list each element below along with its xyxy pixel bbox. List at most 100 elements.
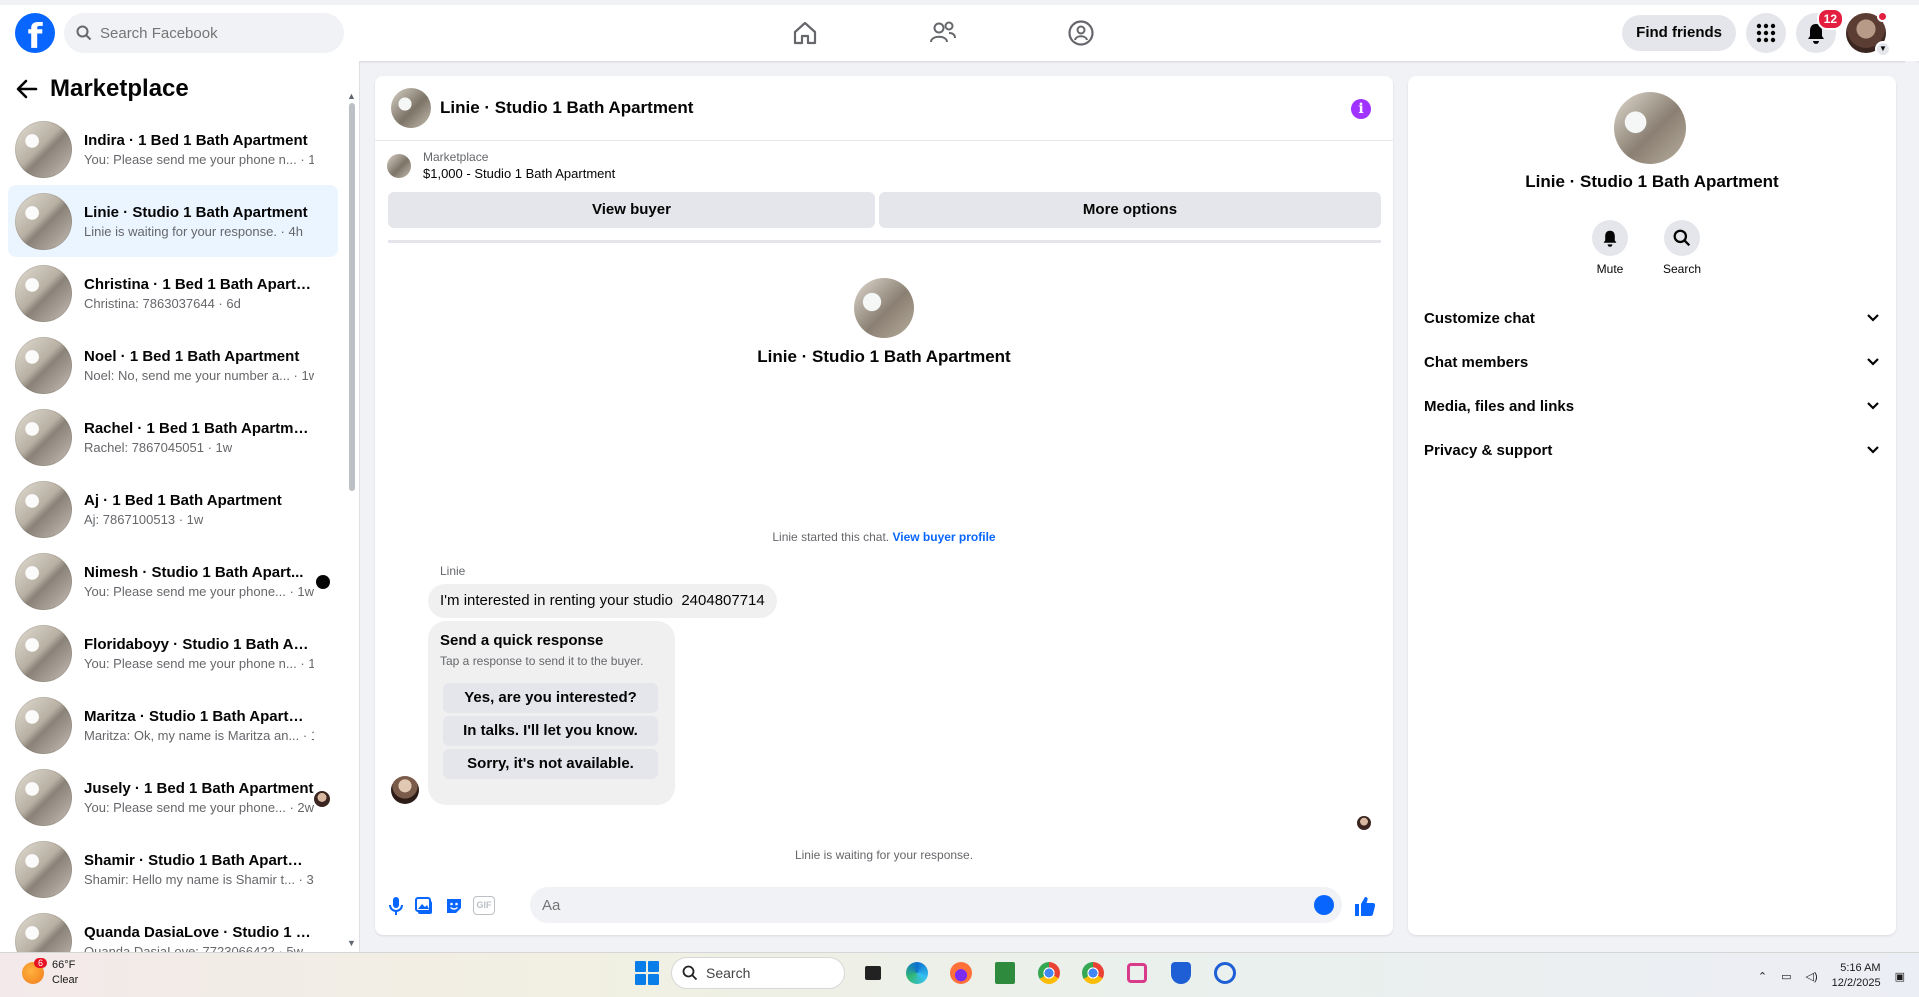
top-navigation-bar: f Find friends 12 ▼ <box>0 0 1919 61</box>
facebook-search-box[interactable] <box>64 13 344 53</box>
section-media-files-links[interactable]: Media, files and links <box>1416 384 1888 428</box>
account-avatar[interactable]: ▼ <box>1846 11 1891 57</box>
conversation-item[interactable]: Jusely · 1 Bed 1 Bath Apartment You: Plea… <box>8 761 338 833</box>
quick-response-card: Send a quick response Tap a response to … <box>428 621 675 805</box>
details-listing-thumbnail[interactable] <box>1614 92 1686 164</box>
weather-sun-icon: 6 <box>22 958 48 984</box>
quick-response-not-available[interactable]: Sorry, it's not available. <box>443 749 658 779</box>
message-input[interactable] <box>542 887 1312 923</box>
conversation-title: Aj · 1 Bed 1 Bath Apartment <box>84 491 282 509</box>
conversation-title: Jusely · 1 Bed 1 Bath Apartment <box>84 779 314 797</box>
listing-mini-thumbnail <box>387 153 411 178</box>
conversation-title: Quanda DasiaLove · Studio 1 Bat... <box>84 923 314 941</box>
page-scrollbar[interactable] <box>1905 61 1917 952</box>
gif-icon[interactable]: GIF <box>473 896 495 915</box>
mute-label: Mute <box>1596 262 1624 276</box>
chrome-profile-icon[interactable] <box>1077 957 1109 989</box>
nav-friends[interactable] <box>913 11 973 55</box>
microphone-icon[interactable] <box>386 896 406 916</box>
conversation-item[interactable]: Aj · 1 Bed 1 Bath Apartment Aj: 786710051… <box>8 473 338 545</box>
section-privacy-support[interactable]: Privacy & support <box>1416 428 1888 472</box>
shield-app-icon[interactable] <box>1165 957 1197 989</box>
photo-icon[interactable] <box>415 896 435 916</box>
conversation-title: Indira · 1 Bed 1 Bath Apartment <box>84 131 308 149</box>
quick-response-yes[interactable]: Yes, are you interested? <box>443 683 658 713</box>
message-composer: GIF <box>375 882 1393 930</box>
clock-time: 5:16 AM <box>1840 962 1881 974</box>
conversation-title: Christina · 1 Bed 1 Bath Apartment <box>84 275 314 293</box>
thumbs-up-icon[interactable] <box>1353 894 1377 918</box>
search-in-chat-button[interactable]: Search <box>1662 220 1702 276</box>
search-icon <box>682 965 698 981</box>
network-icon[interactable]: ▭ <box>1781 970 1791 983</box>
section-label: Chat members <box>1424 353 1529 371</box>
emoji-icon[interactable] <box>1314 895 1334 915</box>
listing-thumbnail <box>15 480 72 538</box>
conversation-title: Maritza · Studio 1 Bath Apartment <box>84 707 314 725</box>
conversation-item[interactable]: Maritza · Studio 1 Bath Apartment Maritza… <box>8 689 338 761</box>
search-icon <box>76 25 92 41</box>
waiting-status: Linie is waiting for your response. <box>794 848 974 862</box>
nav-groups[interactable] <box>1051 11 1111 55</box>
windows-start-icon[interactable] <box>635 961 659 985</box>
edge-browser-icon[interactable] <box>901 957 933 989</box>
quick-response-in-talks[interactable]: In talks. I'll let you know. <box>443 716 658 746</box>
listing-thumbnail <box>15 408 72 466</box>
sidebar-scrollbar[interactable] <box>349 103 355 491</box>
menu-button[interactable] <box>1746 13 1786 53</box>
view-buyer-button[interactable]: View buyer <box>388 192 875 228</box>
incoming-message-bubble[interactable]: I'm interested in renting your studio 24… <box>428 584 777 618</box>
weather-widget[interactable]: 6 66°F Clear <box>22 958 78 988</box>
find-friends-button[interactable]: Find friends <box>1622 15 1736 51</box>
sticker-icon[interactable] <box>444 896 464 916</box>
chat-intro: Linie · Studio 1 Bath Apartment <box>375 278 1393 367</box>
mute-button[interactable]: Mute <box>1590 220 1630 276</box>
chat-title[interactable]: Linie · Studio 1 Bath Apartment <box>440 98 693 118</box>
conversation-item[interactable]: Nimesh · Studio 1 Bath Apart... You: Plea… <box>8 545 338 617</box>
notification-center-icon[interactable]: ▣ <box>1895 970 1905 983</box>
facebook-logo[interactable]: f <box>15 13 55 53</box>
nav-home[interactable] <box>775 11 835 55</box>
message-sender-name: Linie <box>440 564 466 578</box>
chat-listing-thumbnail[interactable] <box>391 88 431 128</box>
more-options-button[interactable]: More options <box>879 192 1381 228</box>
snipping-tool-icon[interactable] <box>1121 957 1153 989</box>
section-chat-members[interactable]: Chat members <box>1416 340 1888 384</box>
search-input[interactable] <box>100 24 320 42</box>
message-input-wrapper[interactable] <box>530 887 1342 923</box>
sender-avatar[interactable] <box>391 776 419 804</box>
section-customize-chat[interactable]: Customize chat <box>1416 296 1888 340</box>
conversation-preview: Maritza: Ok, my name is Maritza an... · … <box>84 727 314 743</box>
vpn-app-icon[interactable] <box>1209 957 1241 989</box>
conversation-title: Linie · Studio 1 Bath Apartment <box>84 203 308 221</box>
conversation-item[interactable]: Shamir · Studio 1 Bath Apartment Shamir: … <box>8 833 338 905</box>
scroll-up-arrow-icon[interactable]: ▲ <box>347 91 356 101</box>
sidebar-title: Marketplace <box>50 75 189 102</box>
listing-thumbnail <box>15 192 72 250</box>
listing-summary[interactable]: Marketplace $1,000 - Studio 1 Bath Apart… <box>387 150 615 181</box>
view-buyer-profile-link[interactable]: View buyer profile <box>892 530 995 544</box>
conversation-preview: You: Please send me your phone n... · 1w <box>84 655 314 671</box>
conversation-item[interactable]: Indira · 1 Bed 1 Bath Apartment You: Plea… <box>8 113 338 185</box>
taskbar-search[interactable]: Search <box>671 957 845 989</box>
conversation-item[interactable]: Noel · 1 Bed 1 Bath Apartment Noel: No, s… <box>8 329 338 401</box>
conversation-item-active[interactable]: Linie · Studio 1 Bath Apartment Linie is … <box>8 185 338 257</box>
conversation-item[interactable]: Floridaboyy · Studio 1 Bath Apar... You: … <box>8 617 338 689</box>
task-view-icon[interactable] <box>857 957 889 989</box>
notifications-button[interactable]: 12 <box>1796 8 1844 53</box>
tray-chevron-up-icon[interactable]: ⌃ <box>1758 970 1767 983</box>
back-arrow-icon[interactable] <box>16 79 38 99</box>
conversation-item[interactable]: Rachel · 1 Bed 1 Bath Apartment Rachel: 7… <box>8 401 338 473</box>
scroll-down-arrow-icon[interactable]: ▼ <box>347 938 356 948</box>
info-icon[interactable]: i <box>1351 99 1371 119</box>
conversation-item[interactable]: Christina · 1 Bed 1 Bath Apartment Christ… <box>8 257 338 329</box>
search-label: Search <box>1662 262 1702 276</box>
system-clock[interactable]: 5:16 AM 12/2/2025 <box>1832 961 1881 991</box>
spreadsheet-app-icon[interactable] <box>989 957 1021 989</box>
listing-thumbnail <box>15 768 72 826</box>
listing-thumbnail <box>15 552 72 610</box>
chevron-down-icon <box>1867 402 1879 410</box>
volume-icon[interactable]: ◁) <box>1806 970 1818 983</box>
firefox-icon[interactable] <box>945 957 977 989</box>
chrome-icon[interactable] <box>1033 957 1065 989</box>
